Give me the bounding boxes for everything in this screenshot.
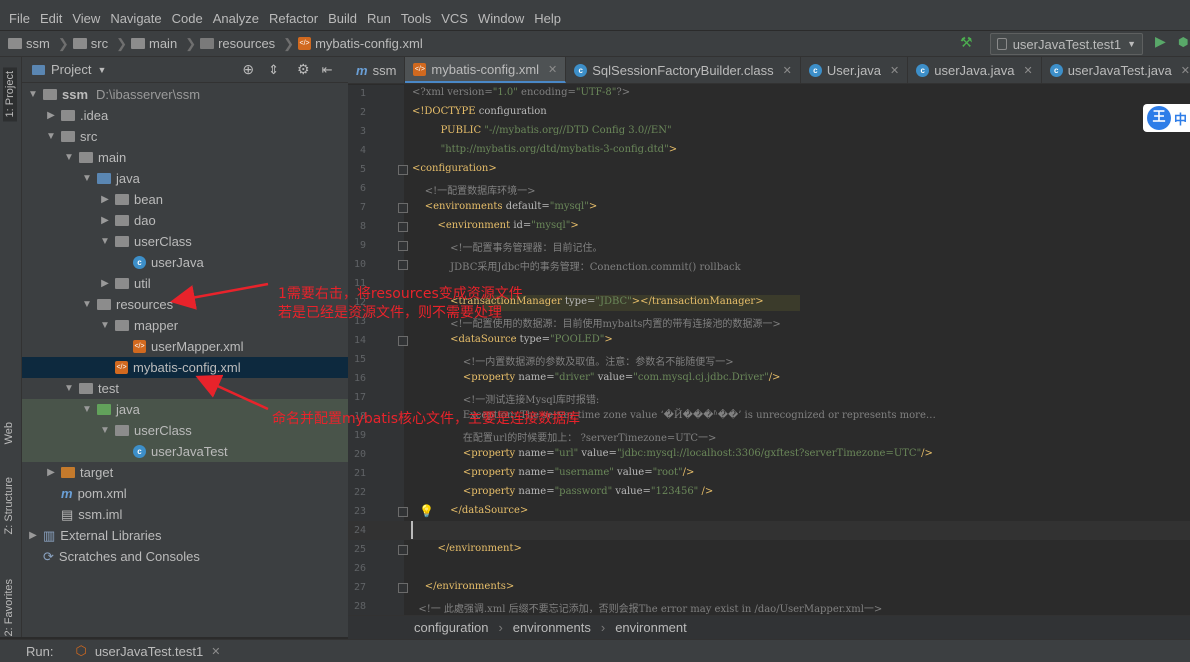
annotation-arrow-config [195, 374, 269, 411]
annotation-note2-line1: 命名并配置mybatis核心文件，主要是连接数据库 [272, 411, 581, 427]
annotation-arrows [170, 282, 269, 411]
annotation-note1-line2: 若是已经是资源文件，则不需要处理 [278, 305, 502, 321]
annotation-arrow-resources [170, 282, 269, 310]
annotation-note1-line1: 1需要右击，将resources变成资源文件 [278, 286, 523, 302]
